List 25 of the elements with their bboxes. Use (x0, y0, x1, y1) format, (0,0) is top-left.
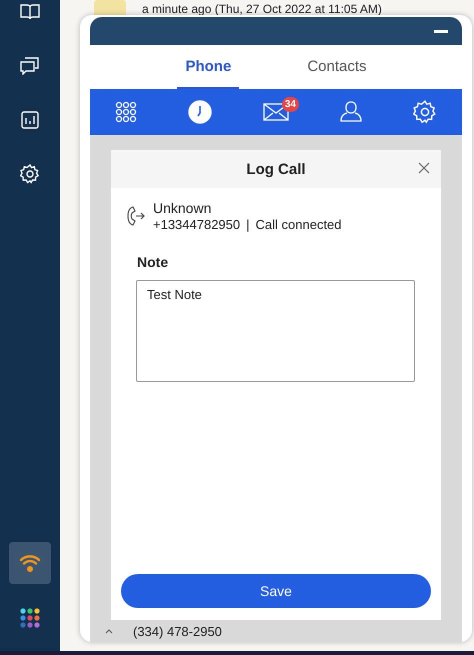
dialog-title: Log Call (246, 160, 306, 178)
status-tile[interactable] (9, 542, 51, 584)
note-field[interactable]: Test Note (136, 280, 415, 382)
note-label: Note (137, 254, 170, 270)
app-grid-icon[interactable] (20, 608, 40, 628)
toolbar-button[interactable]: 34 (250, 95, 301, 129)
phone-number: (334) 478-2950 (133, 624, 222, 639)
outgoing-call-icon (127, 205, 145, 227)
caller-name: Unknown (153, 200, 212, 216)
caret-icon (105, 629, 113, 634)
close-icon (417, 161, 431, 175)
wifi-icon (19, 553, 41, 573)
tab[interactable]: Contacts (299, 45, 375, 89)
settings-icon (20, 164, 40, 184)
save-button[interactable]: Save (121, 574, 431, 608)
call-status: Call connected (256, 217, 342, 232)
chat-icon (20, 57, 40, 75)
caller-number: +13344782950 (153, 217, 240, 232)
book-icon (20, 3, 40, 21)
minimize-icon[interactable] (434, 30, 448, 32)
activity-time: a minute ago (Thu, 27 Oct 2022 at 11:05 AM) (142, 2, 382, 16)
close-button[interactable] (417, 161, 431, 175)
chart-icon (21, 111, 39, 129)
unread-count: 34 (282, 97, 299, 112)
separator: | (246, 217, 250, 232)
